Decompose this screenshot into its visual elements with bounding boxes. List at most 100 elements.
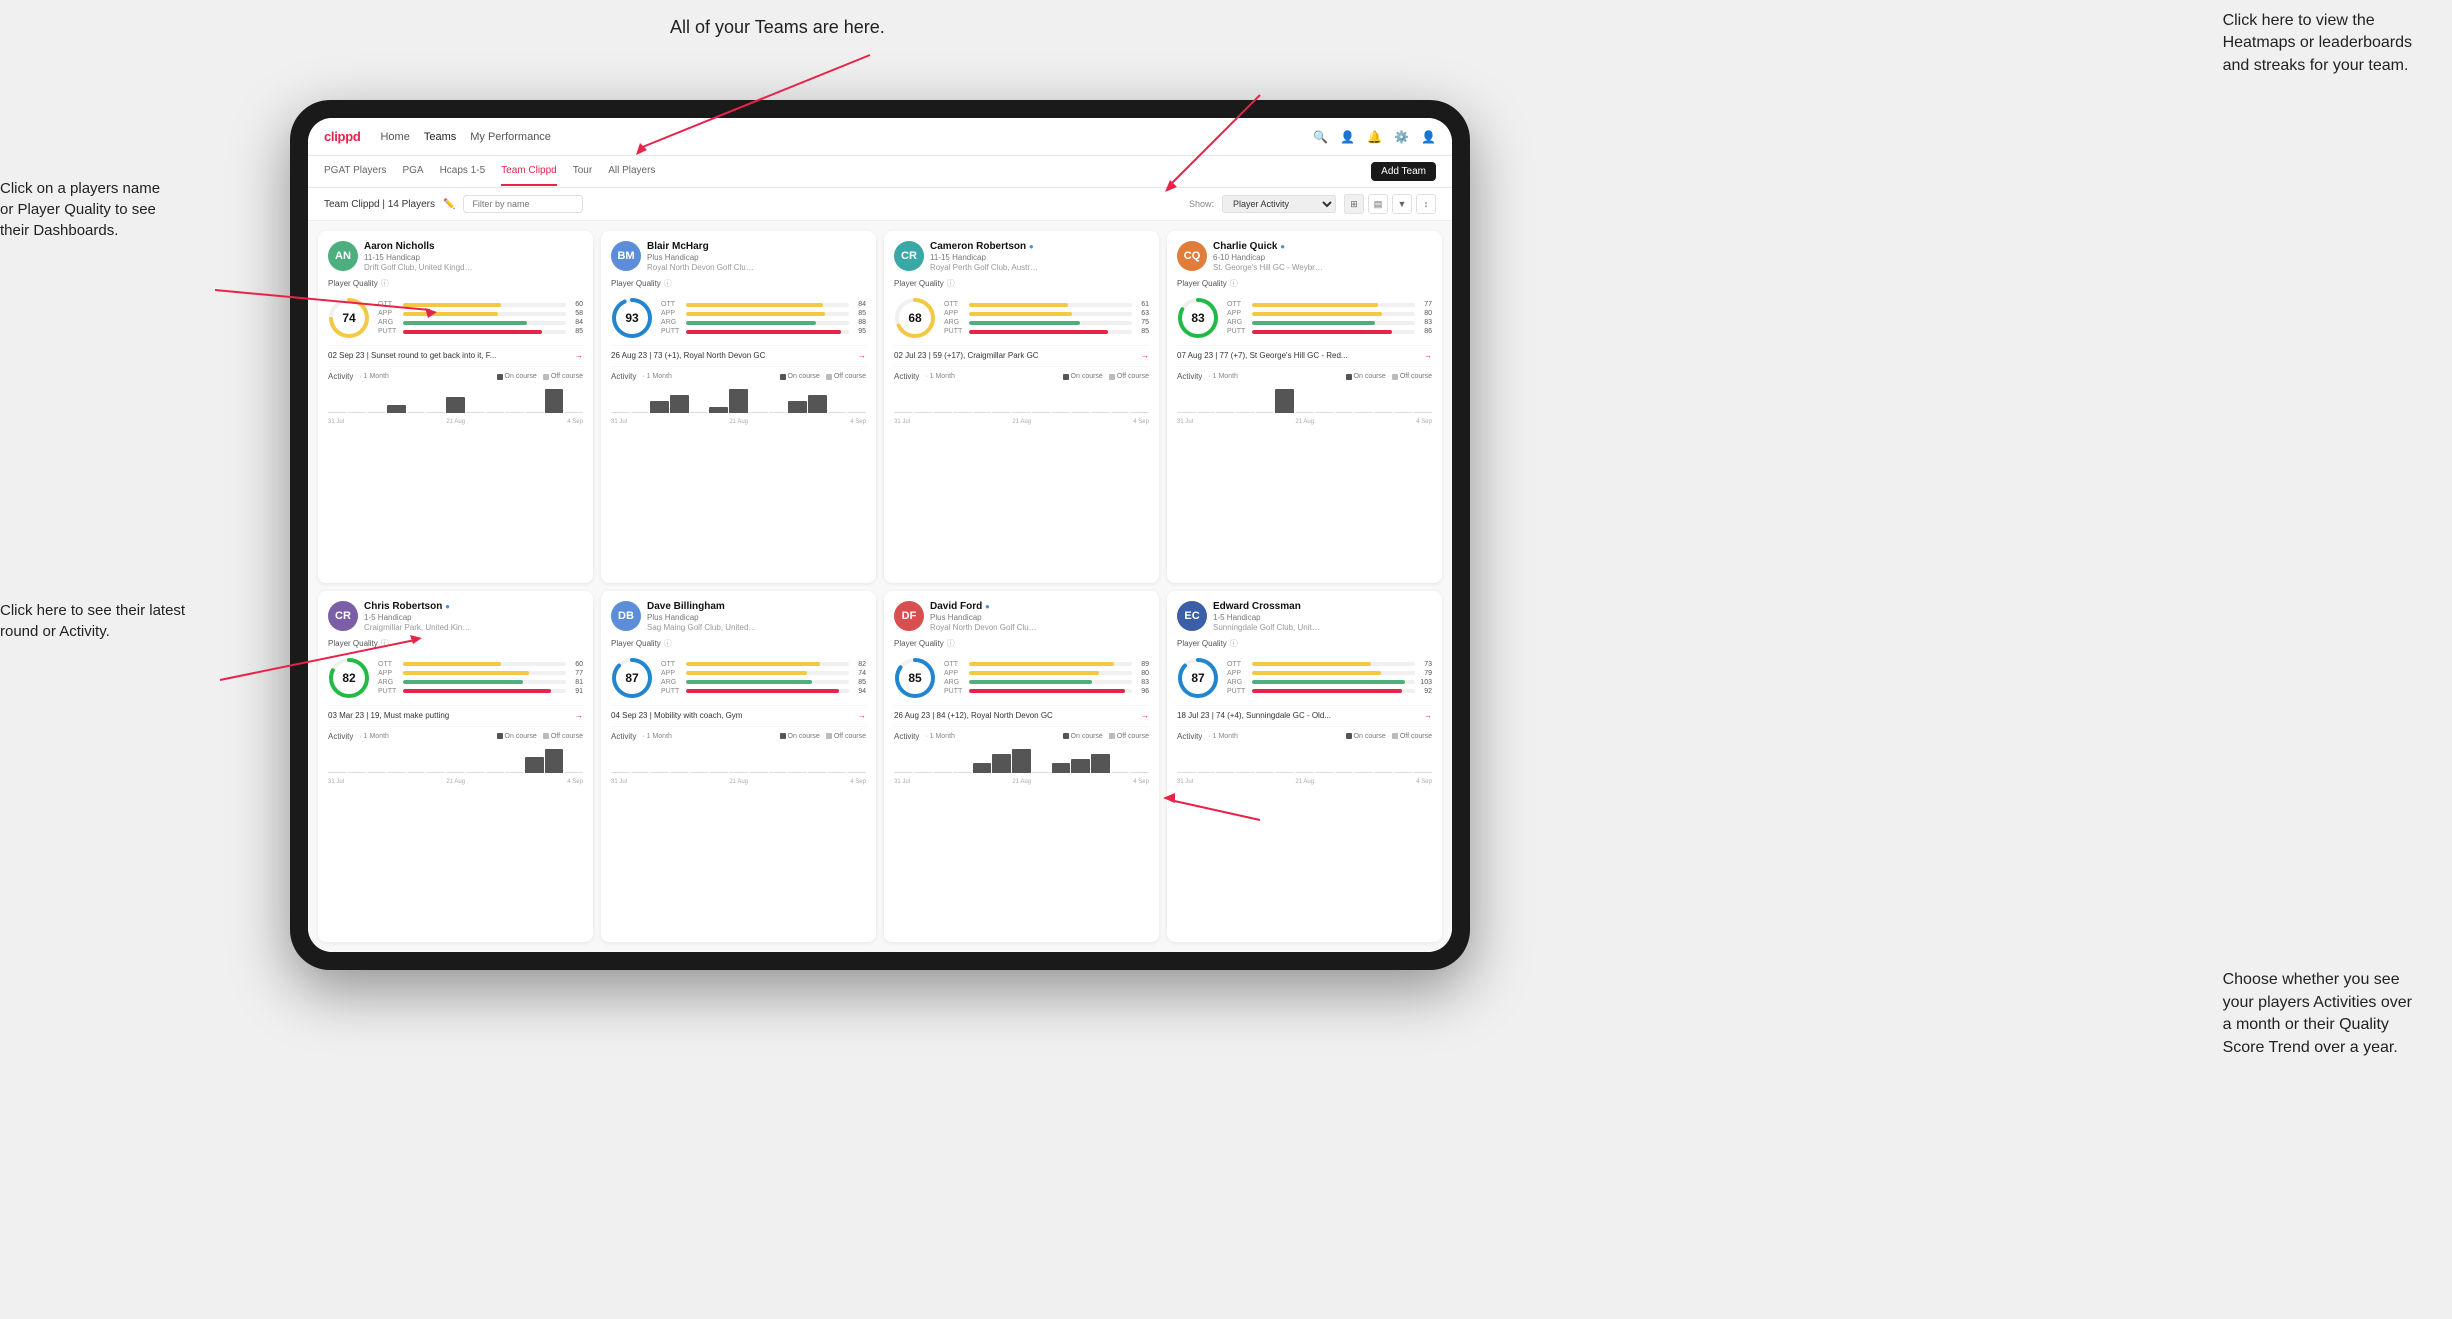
latest-round[interactable]: 07 Aug 23 | 77 (+7), St George's Hill GC… [1177,345,1432,360]
search-input[interactable] [463,195,583,213]
tablet-frame: clippd Home Teams My Performance 🔍 👤 🔔 ⚙… [290,100,1470,970]
latest-round[interactable]: 02 Sep 23 | Sunset round to get back int… [328,345,583,360]
stat-row-ott: OTT 61 [944,301,1149,308]
show-label: Show: [1189,199,1214,209]
player-name[interactable]: Charlie Quick ● [1213,241,1432,253]
score-circle[interactable]: 82 [328,657,370,699]
edit-icon[interactable]: ✏️ [443,199,455,210]
activity-legend: On course Off course [1063,373,1149,380]
latest-round[interactable]: 02 Jul 23 | 59 (+17), Craigmillar Park G… [894,345,1149,360]
annotation-activities: Choose whether you see your players Acti… [2223,969,2412,1059]
tab-tour[interactable]: Tour [573,157,592,186]
player-name[interactable]: David Ford ● [930,601,1149,613]
player-name[interactable]: Aaron Nicholls [364,241,583,253]
score-circle[interactable]: 87 [1177,657,1219,699]
player-info: Edward Crossman 1-5 Handicap Sunningdale… [1213,601,1432,632]
nav-teams[interactable]: Teams [424,129,456,145]
bell-icon[interactable]: 🔔 [1367,130,1382,144]
tab-hcaps[interactable]: Hcaps 1-5 [440,157,486,186]
tab-pgat-players[interactable]: PGAT Players [324,157,386,186]
chart-labels: 31 Jul 21 Aug 4 Sep [894,419,1149,425]
activity-period: · 1 Month [642,373,672,380]
activity-section: Activity · 1 Month On course Off course [894,726,1149,785]
score-circle[interactable]: 74 [328,297,370,339]
latest-round[interactable]: 03 Mar 23 | 19, Must make putting → [328,705,583,720]
quality-section[interactable]: 68 OTT 61 APP 63 ARG 75 [894,297,1149,339]
avatar: CQ [1177,241,1207,271]
player-club: Royal North Devon Golf Club, United Kil.… [930,623,1040,632]
info-icon: ⓘ [1230,638,1238,649]
activity-title: Activity [611,372,636,381]
score-circle[interactable]: 93 [611,297,653,339]
chart-area: 31 Jul 21 Aug 4 Sep [1177,385,1432,425]
player-name[interactable]: Edward Crossman [1213,601,1432,613]
tab-team-clippd[interactable]: Team Clippd [501,157,557,186]
score-circle[interactable]: 87 [611,657,653,699]
tab-all-players[interactable]: All Players [608,157,655,186]
score-circle[interactable]: 68 [894,297,936,339]
grid-view-icon[interactable]: ⊞ [1344,194,1364,214]
activity-section: Activity · 1 Month On course Off course [1177,366,1432,425]
quality-label: Player Quality [611,279,661,288]
quality-label-row: Player Quality ⓘ [611,638,866,649]
quality-section[interactable]: 85 OTT 89 APP 80 ARG 83 [894,657,1149,699]
chart-labels: 31 Jul 21 Aug 4 Sep [894,779,1149,785]
latest-round-arrow: → [858,711,866,720]
quality-section[interactable]: 74 OTT 60 APP 58 ARG 84 [328,297,583,339]
quality-section[interactable]: 87 OTT 82 APP 74 ARG 85 [611,657,866,699]
nav-home[interactable]: Home [380,129,409,145]
quality-label: Player Quality [1177,279,1227,288]
table-view-icon[interactable]: ▤ [1368,194,1388,214]
activity-title: Activity [328,732,353,741]
sort-icon[interactable]: ↕ [1416,194,1436,214]
quality-section[interactable]: 82 OTT 60 APP 77 ARG 81 [328,657,583,699]
stat-row-ott: OTT 84 [661,301,866,308]
verified-icon: ● [1029,242,1034,251]
person-icon[interactable]: 👤 [1340,130,1355,144]
activity-header: Activity · 1 Month On course Off course [1177,372,1432,381]
latest-round[interactable]: 18 Jul 23 | 74 (+4), Sunningdale GC - Ol… [1177,705,1432,720]
score-value: 68 [908,311,921,325]
latest-round[interactable]: 26 Aug 23 | 73 (+1), Royal North Devon G… [611,345,866,360]
settings-icon[interactable]: ⚙️ [1394,130,1409,144]
quality-section[interactable]: 93 OTT 84 APP 85 ARG 88 [611,297,866,339]
activity-title: Activity [894,732,919,741]
quality-section[interactable]: 87 OTT 73 APP 79 ARG 103 [1177,657,1432,699]
activity-legend: On course Off course [497,373,583,380]
add-team-button[interactable]: Add Team [1371,162,1436,181]
player-name[interactable]: Chris Robertson ● [364,601,583,613]
avatar: DB [611,601,641,631]
activity-legend: On course Off course [1346,733,1432,740]
quality-label: Player Quality [328,639,378,648]
nav-my-performance[interactable]: My Performance [470,129,551,145]
score-circle[interactable]: 85 [894,657,936,699]
latest-round[interactable]: 04 Sep 23 | Mobility with coach, Gym → [611,705,866,720]
player-card: BM Blair McHarg Plus Handicap Royal Nort… [601,231,876,583]
quality-label: Player Quality [611,639,661,648]
quality-section[interactable]: 83 OTT 77 APP 80 ARG 83 [1177,297,1432,339]
nav-icons: 🔍 👤 🔔 ⚙️ 👤 [1313,130,1436,144]
latest-round-text: 04 Sep 23 | Mobility with coach, Gym [611,711,742,720]
annotation-player-name: Click on a players name or Player Qualit… [0,178,160,241]
activity-header: Activity · 1 Month On course Off course [328,732,583,741]
latest-round[interactable]: 26 Aug 23 | 84 (+12), Royal North Devon … [894,705,1149,720]
filter-icon[interactable]: ▼ [1392,194,1412,214]
player-handicap: 6-10 Handicap [1213,253,1432,263]
show-select[interactable]: Player Activity Quality Score Trend [1222,195,1336,213]
search-icon[interactable]: 🔍 [1313,130,1328,144]
annotation-teams: All of your Teams are here. [670,15,885,40]
player-name[interactable]: Cameron Robertson ● [930,241,1149,253]
avatar: BM [611,241,641,271]
player-name[interactable]: Dave Billingham [647,601,866,613]
player-header: DB Dave Billingham Plus Handicap Sag Mai… [611,601,866,632]
avatar-icon[interactable]: 👤 [1421,130,1436,144]
chart-area: 31 Jul 21 Aug 4 Sep [328,745,583,785]
score-circle[interactable]: 83 [1177,297,1219,339]
tab-pga[interactable]: PGA [402,157,423,186]
info-icon: ⓘ [664,278,672,289]
legend-on-course: On course [1063,733,1103,740]
stat-row-arg: ARG 88 [661,319,866,326]
player-name[interactable]: Blair McHarg [647,241,866,253]
activity-period: · 1 Month [925,373,955,380]
activity-title: Activity [894,372,919,381]
